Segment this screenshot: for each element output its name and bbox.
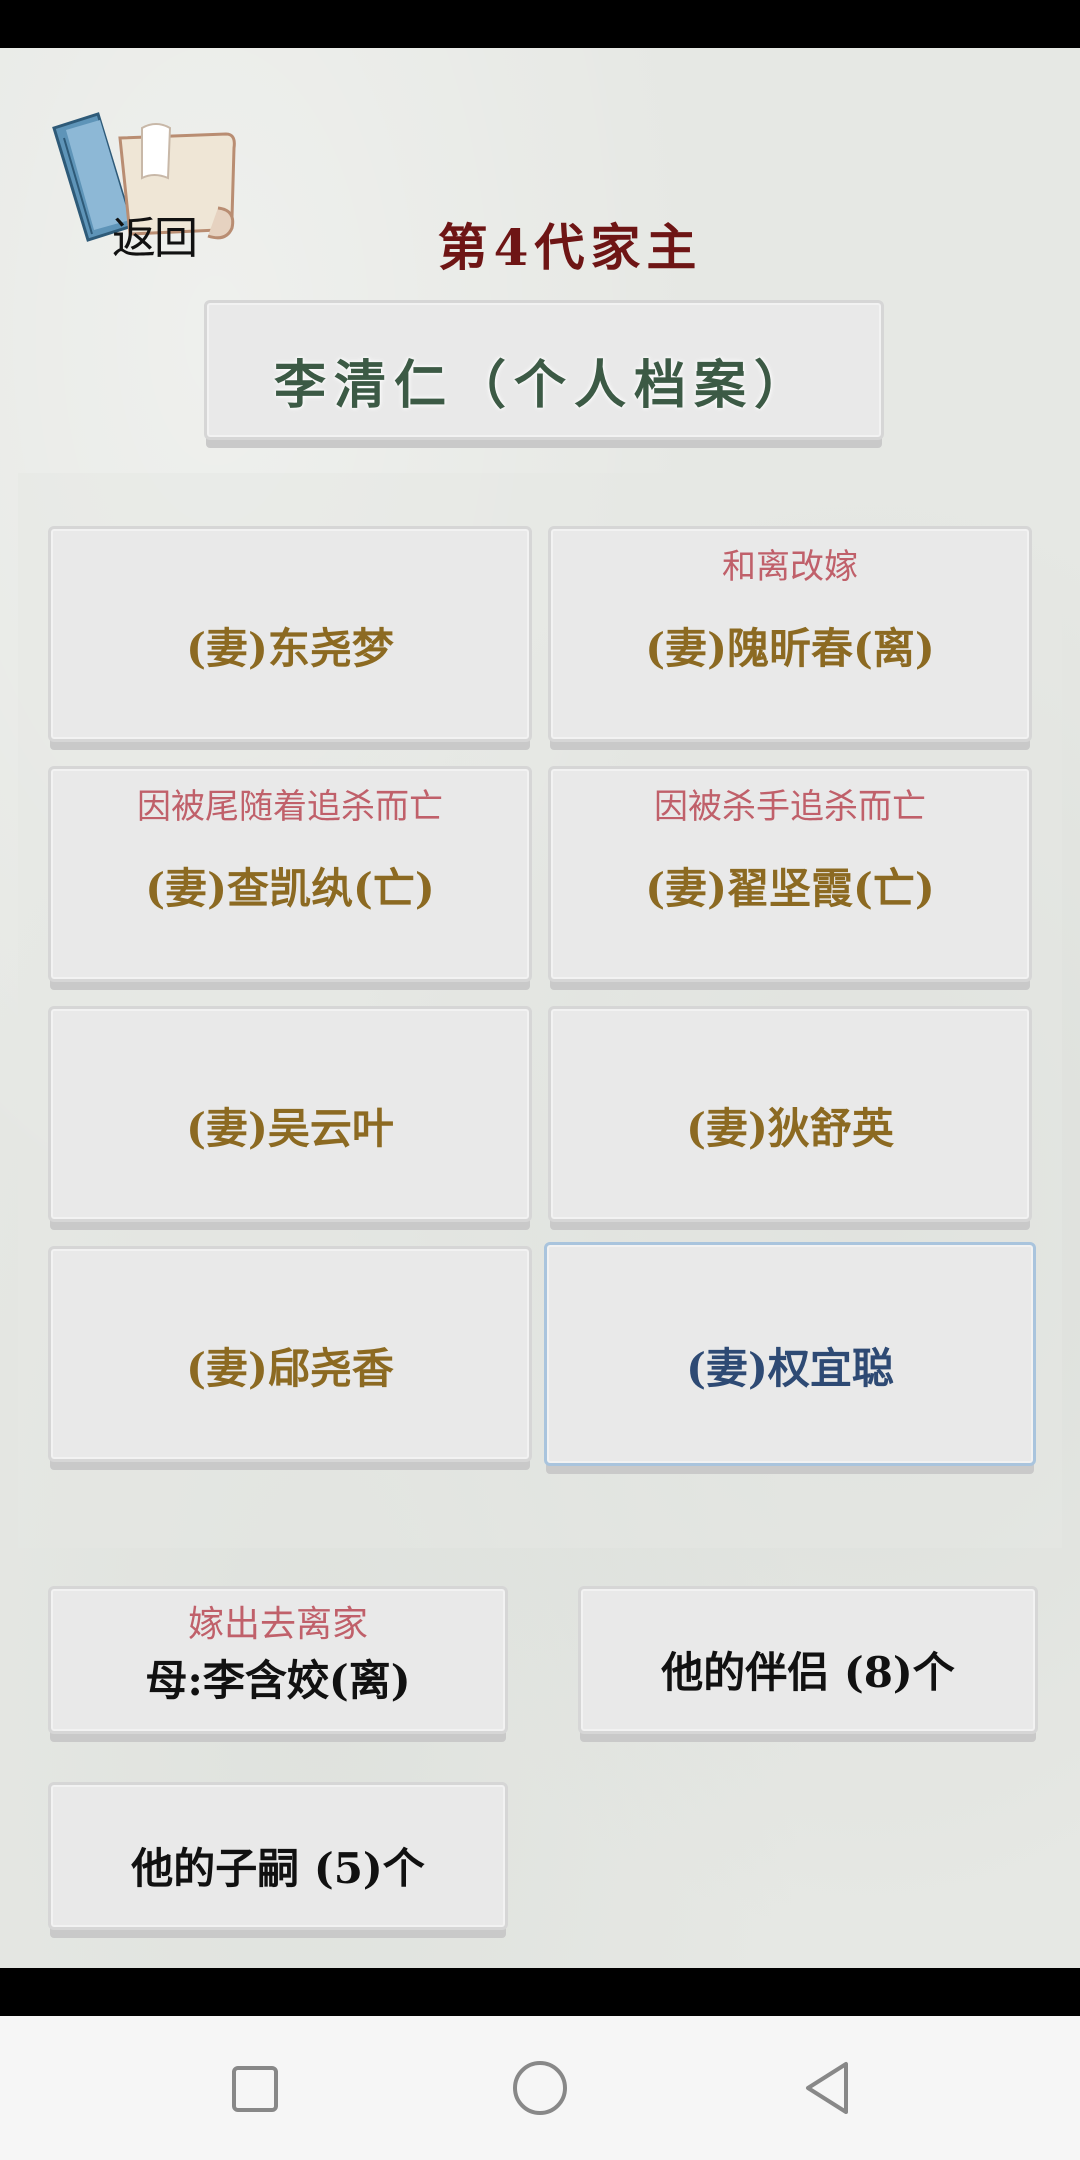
- spouse-card[interactable]: (妻)狄舒英: [548, 1006, 1032, 1222]
- triangle-back-icon[interactable]: [802, 2058, 854, 2118]
- profile-title: 李清仁（个人档案）: [273, 355, 814, 416]
- spouse-name: (妻)东尧梦: [186, 624, 394, 673]
- app-screen: 返回 第4代家主 李清仁（个人档案） (妻)东尧梦 和离改嫁 (妻)隗昕春(离)…: [0, 48, 1080, 1968]
- spouse-name: (妻)查凯纨(亡): [145, 864, 435, 913]
- children-button[interactable]: 他的子嗣 (5)个: [48, 1782, 508, 1930]
- children-label: 他的子嗣 (5)个: [131, 1844, 425, 1893]
- mother-name: 母:李含姣(离): [145, 1656, 411, 1705]
- spouse-note: 因被杀手追杀而亡: [654, 787, 926, 827]
- circle-icon[interactable]: [510, 2058, 570, 2118]
- status-bar: [0, 0, 1080, 48]
- mother-note: 嫁出去离家: [187, 1604, 368, 1645]
- spouse-name: (妻)权宜聪: [686, 1344, 894, 1393]
- spouse-card[interactable]: (妻)吴云叶: [48, 1006, 532, 1222]
- spouse-note: 因被尾随着追杀而亡: [137, 787, 443, 827]
- square-icon[interactable]: [230, 2058, 282, 2118]
- system-nav-bar: [0, 2016, 1080, 2160]
- spouse-card[interactable]: 和离改嫁 (妻)隗昕春(离): [548, 526, 1032, 742]
- spouse-note: 和离改嫁: [722, 547, 858, 587]
- generation-title: 第4代家主: [437, 218, 703, 277]
- profile-title-card: 李清仁（个人档案）: [204, 300, 884, 440]
- spouse-card-selected[interactable]: (妻)权宜聪: [544, 1242, 1036, 1466]
- spouse-name: (妻)翟坚霞(亡): [645, 864, 935, 913]
- spouse-name: (妻)吴云叶: [186, 1104, 394, 1153]
- spouse-card[interactable]: 因被杀手追杀而亡 (妻)翟坚霞(亡): [548, 766, 1032, 982]
- spouse-name: (妻)狄舒英: [686, 1104, 894, 1153]
- spouse-name: (妻)隗昕春(离): [645, 624, 935, 673]
- spouse-name: (妻)郈尧香: [186, 1344, 394, 1393]
- partners-button[interactable]: 他的伴侣 (8)个: [578, 1586, 1038, 1734]
- spouse-card[interactable]: 因被尾随着追杀而亡 (妻)查凯纨(亡): [48, 766, 532, 982]
- partners-label: 他的伴侣 (8)个: [661, 1648, 955, 1697]
- mother-button[interactable]: 嫁出去离家 母:李含姣(离): [48, 1586, 508, 1734]
- spouse-card[interactable]: (妻)郈尧香: [48, 1246, 532, 1462]
- spouse-card[interactable]: (妻)东尧梦: [48, 526, 532, 742]
